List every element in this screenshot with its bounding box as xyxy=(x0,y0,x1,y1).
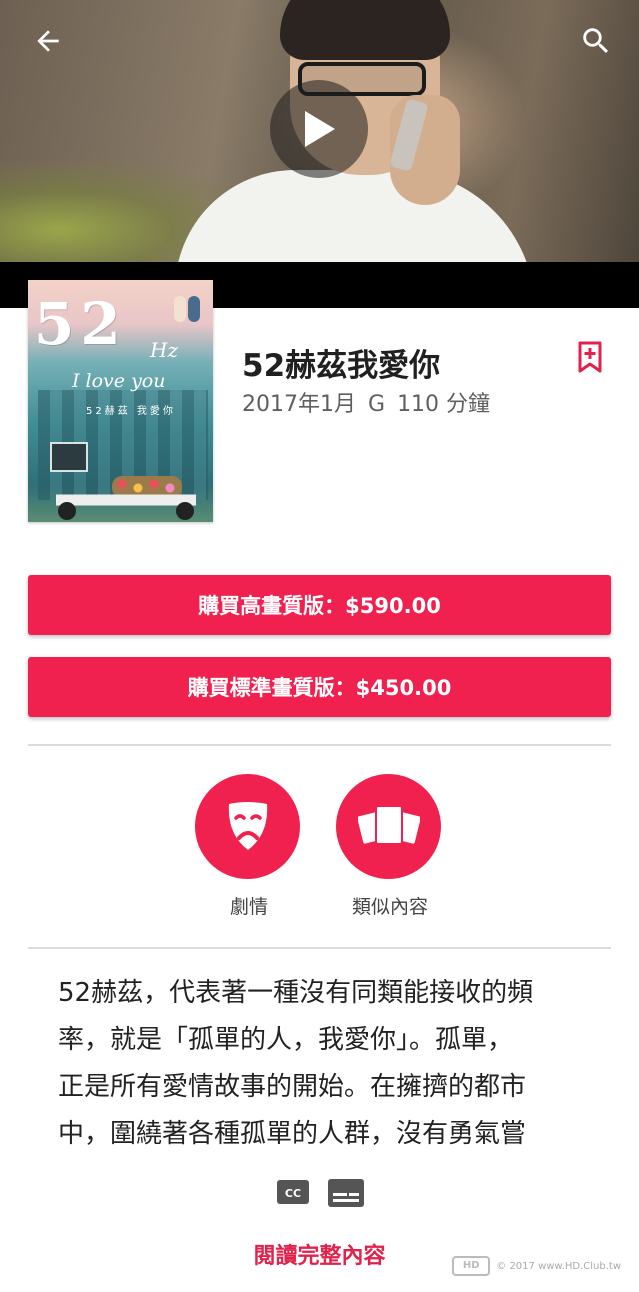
genre-label: 劇情 xyxy=(229,896,268,918)
divider xyxy=(28,744,611,746)
search-icon xyxy=(583,28,609,54)
content-rating: G xyxy=(368,392,386,417)
movie-description: 52赫茲，代表著一種沒有同類能接收的頻 率，就是「孤單的人，我愛你」。孤單， 正… xyxy=(58,970,588,1158)
poster-title-number: 52 xyxy=(34,290,127,358)
similar-content-button[interactable]: 類似內容 xyxy=(315,774,465,924)
cc-text: CC xyxy=(285,1187,301,1200)
video-preview[interactable] xyxy=(0,0,639,262)
closed-caption-badge: CC xyxy=(277,1178,309,1210)
poster-title-hz: Hz xyxy=(150,338,178,362)
bookmark-add-icon xyxy=(578,341,602,373)
closed-caption-icon: CC xyxy=(277,1180,309,1204)
back-button[interactable] xyxy=(24,17,72,65)
divider xyxy=(28,947,611,949)
subtitles-icon xyxy=(328,1179,364,1207)
search-button[interactable] xyxy=(572,17,620,65)
watermark: HD © 2017 www.HD.Club.tw xyxy=(452,1256,621,1276)
duration: 110 分鐘 xyxy=(397,392,491,417)
play-trailer-button[interactable] xyxy=(270,80,368,178)
genre-drama-button[interactable]: 劇情 xyxy=(174,774,324,924)
poster-tagline: I love you xyxy=(72,370,166,392)
watermark-logo: HD xyxy=(452,1256,491,1276)
poster-subtitle: 52赫茲 我愛你 xyxy=(86,406,176,417)
arrow-back-icon xyxy=(37,30,59,52)
description-line: 率，就是「孤單的人，我愛你」。孤單， xyxy=(58,1025,514,1055)
similar-label: 類似內容 xyxy=(351,896,428,918)
movie-meta: 2017年1月 G 110 分鐘 xyxy=(242,386,490,418)
description-line: 中，圍繞著各種孤單的人群，沒有勇氣嘗 xyxy=(58,1119,527,1149)
buy-sd-button[interactable]: 購買標準畫質版：$450.00 xyxy=(28,657,611,717)
drama-mask-icon xyxy=(228,801,267,850)
description-line: 正是所有愛情故事的開始。在擁擠的都市 xyxy=(58,1072,527,1102)
movie-poster: 52 Hz I love you 52赫茲 我愛你 xyxy=(28,280,213,522)
movie-title: 52赫茲我愛你 xyxy=(242,348,441,384)
play-icon xyxy=(305,111,335,147)
release-date: 2017年1月 xyxy=(242,392,356,417)
subtitles-badge xyxy=(328,1178,364,1212)
buy-hd-button[interactable]: 購買高畫質版：$590.00 xyxy=(28,575,611,635)
cards-icon xyxy=(357,804,420,845)
watermark-text: © 2017 www.HD.Club.tw xyxy=(496,1261,621,1272)
description-line: 52赫茲，代表著一種沒有同類能接收的頻 xyxy=(58,978,534,1008)
add-to-wishlist-button[interactable] xyxy=(566,333,614,381)
actor-hair xyxy=(280,0,450,60)
